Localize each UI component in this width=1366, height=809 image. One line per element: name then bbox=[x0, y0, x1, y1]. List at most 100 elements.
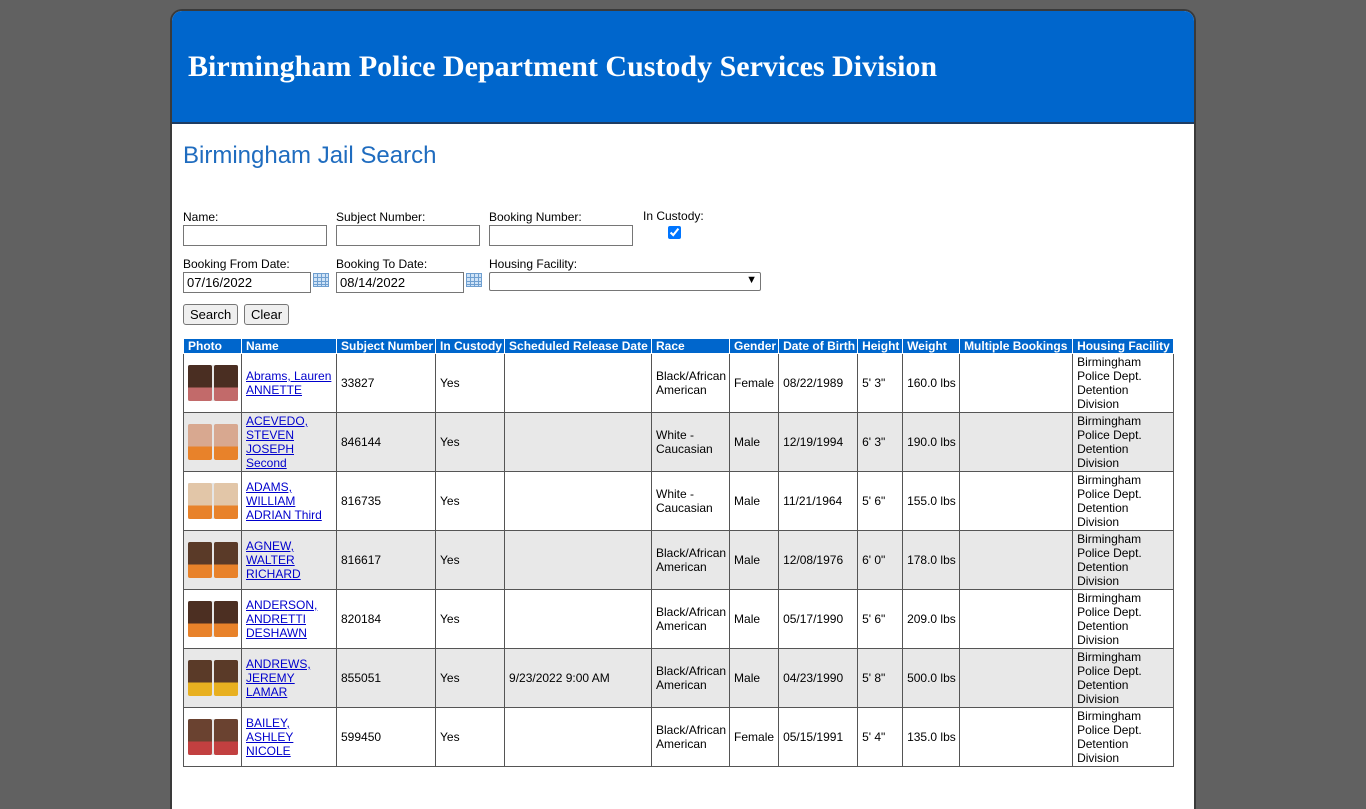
multi-cell bbox=[959, 707, 1074, 767]
custody-cell: Yes bbox=[435, 471, 506, 531]
mugshot-image[interactable] bbox=[188, 424, 238, 460]
subject-cell: 599450 bbox=[335, 707, 437, 767]
gender-cell: Male bbox=[729, 412, 780, 472]
photo-cell bbox=[183, 530, 242, 590]
column-header: Subject Number bbox=[335, 338, 437, 354]
in-custody-label: In Custody: bbox=[643, 209, 704, 223]
facility-cell: Birmingham Police Dept. Detention Divisi… bbox=[1072, 412, 1175, 472]
inmate-name-link[interactable]: ACEVEDO, STEVEN JOSEPH Second bbox=[246, 414, 308, 470]
column-header: Housing Facility bbox=[1072, 338, 1175, 354]
table-row: Abrams, Lauren ANNETTE 33827 Yes Black/Afri… bbox=[183, 353, 1175, 413]
custody-cell: Yes bbox=[435, 648, 506, 708]
dob-cell: 04/23/1990 bbox=[778, 648, 859, 708]
dob-cell: 11/21/1964 bbox=[778, 471, 859, 531]
weight-cell: 135.0 lbs bbox=[902, 707, 961, 767]
height-cell: 5' 6" bbox=[857, 471, 904, 531]
in-custody-field-group: In Custody: bbox=[643, 209, 704, 242]
gender-cell: Male bbox=[729, 530, 780, 590]
calendar-icon[interactable] bbox=[466, 273, 482, 287]
in-custody-checkbox[interactable] bbox=[668, 226, 681, 239]
subject-cell: 33827 bbox=[335, 353, 437, 413]
dob-cell: 08/22/1989 bbox=[778, 353, 859, 413]
column-header: Date of Birth bbox=[778, 338, 859, 354]
mugshot-image[interactable] bbox=[188, 719, 238, 755]
inmate-name-link[interactable]: AGNEW, WALTER RICHARD bbox=[246, 539, 301, 581]
facility-cell: Birmingham Police Dept. Detention Divisi… bbox=[1072, 648, 1175, 708]
table-row: ADAMS, WILLIAM ADRIAN Third 816735 Yes Whit… bbox=[183, 471, 1175, 531]
multi-cell bbox=[959, 353, 1074, 413]
table-row: ANDREWS, JEREMY LAMAR 855051 Yes 9/23/2022 … bbox=[183, 648, 1175, 708]
name-input[interactable] bbox=[183, 225, 327, 246]
race-cell: White - Caucasian bbox=[651, 471, 731, 531]
inmate-name-link[interactable]: Abrams, Lauren ANNETTE bbox=[246, 369, 331, 397]
subject-number-label: Subject Number: bbox=[336, 210, 426, 224]
table-row: AGNEW, WALTER RICHARD 816617 Yes Black/Afri… bbox=[183, 530, 1175, 590]
mugshot-image[interactable] bbox=[188, 542, 238, 578]
custody-cell: Yes bbox=[435, 707, 506, 767]
multi-cell bbox=[959, 471, 1074, 531]
custody-cell: Yes bbox=[435, 412, 506, 472]
housing-facility-label: Housing Facility: bbox=[489, 257, 578, 271]
photo-cell bbox=[183, 412, 242, 472]
name-cell: ANDERSON, ANDRETTI DESHAWN bbox=[241, 589, 337, 649]
release-cell bbox=[504, 589, 653, 649]
photo-cell bbox=[183, 353, 242, 413]
release-cell: 9/23/2022 9:00 AM bbox=[504, 648, 653, 708]
housing-facility-select[interactable]: ▼ bbox=[489, 272, 761, 291]
facility-cell: Birmingham Police Dept. Detention Divisi… bbox=[1072, 530, 1175, 590]
gender-cell: Female bbox=[729, 707, 780, 767]
name-cell: Abrams, Lauren ANNETTE bbox=[241, 353, 337, 413]
custody-cell: Yes bbox=[435, 353, 506, 413]
column-header: In Custody bbox=[435, 338, 506, 354]
calendar-icon[interactable] bbox=[313, 273, 329, 287]
mugshot-image[interactable] bbox=[188, 483, 238, 519]
gender-cell: Female bbox=[729, 353, 780, 413]
release-cell bbox=[504, 707, 653, 767]
booking-from-date-input[interactable] bbox=[183, 272, 311, 293]
inmate-name-link[interactable]: BAILEY, ASHLEY NICOLE bbox=[246, 716, 293, 758]
page-title: Birmingham Jail Search bbox=[183, 142, 437, 169]
height-cell: 6' 3" bbox=[857, 412, 904, 472]
booking-to-date-field-group: Booking To Date: bbox=[336, 257, 482, 293]
photo-cell bbox=[183, 648, 242, 708]
table-row: ANDERSON, ANDRETTI DESHAWN 820184 Yes Black… bbox=[183, 589, 1175, 649]
name-cell: ADAMS, WILLIAM ADRIAN Third bbox=[241, 471, 337, 531]
inmate-name-link[interactable]: ADAMS, WILLIAM ADRIAN Third bbox=[246, 480, 322, 522]
subject-number-input[interactable] bbox=[336, 225, 480, 246]
booking-number-input[interactable] bbox=[489, 225, 633, 246]
booking-to-date-input[interactable] bbox=[336, 272, 464, 293]
column-header: Height bbox=[857, 338, 904, 354]
booking-to-date-label: Booking To Date: bbox=[336, 257, 428, 271]
release-cell bbox=[504, 353, 653, 413]
subject-cell: 816617 bbox=[335, 530, 437, 590]
dob-cell: 12/19/1994 bbox=[778, 412, 859, 472]
subject-cell: 820184 bbox=[335, 589, 437, 649]
booking-from-date-field-group: Booking From Date: bbox=[183, 257, 329, 293]
clear-button[interactable]: Clear bbox=[244, 304, 290, 325]
mugshot-image[interactable] bbox=[188, 365, 238, 401]
inmate-name-link[interactable]: ANDERSON, ANDRETTI DESHAWN bbox=[246, 598, 317, 640]
inmate-name-link[interactable]: ANDREWS, JEREMY LAMAR bbox=[246, 657, 311, 699]
subject-cell: 846144 bbox=[335, 412, 437, 472]
weight-cell: 155.0 lbs bbox=[902, 471, 961, 531]
subject-number-field-group: Subject Number: bbox=[336, 210, 480, 246]
name-cell: BAILEY, ASHLEY NICOLE bbox=[241, 707, 337, 767]
facility-cell: Birmingham Police Dept. Detention Divisi… bbox=[1072, 589, 1175, 649]
custody-cell: Yes bbox=[435, 589, 506, 649]
column-header: Scheduled Release Date bbox=[504, 338, 653, 354]
mugshot-image[interactable] bbox=[188, 601, 238, 637]
multi-cell bbox=[959, 648, 1074, 708]
name-cell: ANDREWS, JEREMY LAMAR bbox=[241, 648, 337, 708]
results-table: Photo Name Subject Number In Custody Schedul… bbox=[183, 338, 1175, 767]
height-cell: 5' 3" bbox=[857, 353, 904, 413]
mugshot-image[interactable] bbox=[188, 660, 238, 696]
dob-cell: 05/17/1990 bbox=[778, 589, 859, 649]
table-row: ACEVEDO, STEVEN JOSEPH Second 846144 Yes Wh… bbox=[183, 412, 1175, 472]
weight-cell: 160.0 lbs bbox=[902, 353, 961, 413]
search-button[interactable]: Search bbox=[183, 304, 239, 325]
column-header: Gender bbox=[729, 338, 780, 354]
booking-number-field-group: Booking Number: bbox=[489, 210, 633, 246]
height-cell: 5' 6" bbox=[857, 589, 904, 649]
photo-cell bbox=[183, 471, 242, 531]
release-cell bbox=[504, 530, 653, 590]
